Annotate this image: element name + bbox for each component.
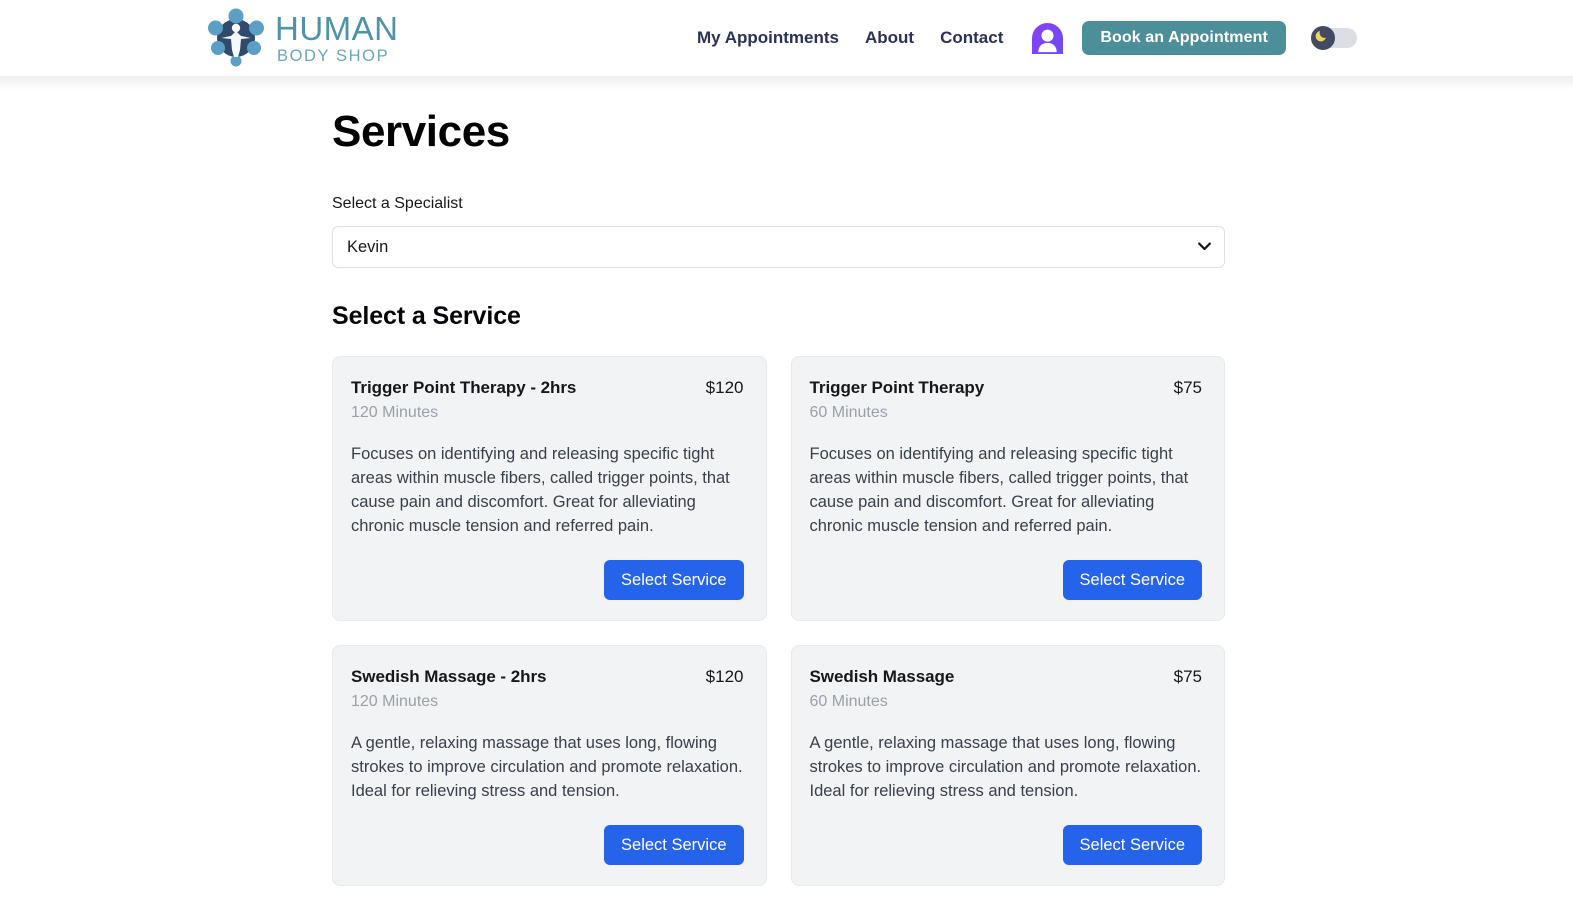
service-title: Swedish Massage - 2hrs	[351, 667, 547, 687]
toggle-knob	[1310, 26, 1335, 50]
page-content: Services Select a Specialist Kevin Selec…	[0, 76, 1573, 887]
theme-toggle[interactable]	[1310, 26, 1357, 50]
select-service-button[interactable]: Select Service	[604, 560, 744, 601]
service-price: $120	[705, 667, 744, 687]
moon-icon	[1315, 28, 1330, 48]
main-navigation: My Appointments About Contact Book an Ap…	[697, 0, 1357, 76]
service-duration: 60 Minutes	[809, 404, 888, 422]
service-card-header: Trigger Point Therapy - 2hrs $120	[351, 378, 744, 398]
service-description: Focuses on identifying and releasing spe…	[809, 445, 1189, 536]
service-card[interactable]: Swedish Massage - 2hrs $120 120 Minutes …	[332, 645, 767, 887]
select-service-button[interactable]: Select Service	[1062, 560, 1202, 601]
services-grid: Trigger Point Therapy - 2hrs $120 120 Mi…	[332, 356, 1225, 887]
service-card-header: Swedish Massage - 2hrs $120	[351, 667, 744, 687]
header-shadow	[0, 76, 1573, 90]
service-description: A gentle, relaxing massage that uses lon…	[351, 734, 743, 801]
select-service-button[interactable]: Select Service	[1062, 825, 1202, 866]
specialist-select[interactable]: Kevin	[332, 226, 1225, 269]
brand-name-primary: HUMAN	[275, 9, 399, 47]
service-card-actions: Select Service	[351, 560, 744, 601]
service-card-actions: Select Service	[810, 560, 1202, 601]
service-duration: 60 Minutes	[809, 693, 888, 711]
select-service-heading: Select a Service	[332, 302, 521, 331]
brand-text: HUMAN BODY SHOP	[275, 12, 399, 65]
site-header: HUMAN BODY SHOP My Appointments About Co…	[0, 0, 1573, 76]
molecule-human-logo-icon	[207, 8, 265, 68]
service-price: $75	[1173, 378, 1202, 398]
brand-name-secondary: BODY SHOP	[277, 46, 390, 65]
service-description: Focuses on identifying and releasing spe…	[351, 445, 730, 536]
service-title: Swedish Massage	[809, 667, 955, 687]
service-card-actions: Select Service	[810, 825, 1202, 866]
nav-link-my-appointments[interactable]: My Appointments	[697, 28, 839, 48]
brand-logo[interactable]: HUMAN BODY SHOP	[207, 8, 399, 68]
nav-link-about[interactable]: About	[865, 28, 914, 48]
service-card[interactable]: Swedish Massage $75 60 Minutes A gentle,…	[790, 645, 1225, 887]
page-title: Services	[332, 107, 510, 156]
book-appointment-button[interactable]: Book an Appointment	[1082, 21, 1286, 55]
user-avatar-icon[interactable]	[1031, 22, 1064, 55]
service-card[interactable]: Trigger Point Therapy $75 60 Minutes Foc…	[790, 356, 1225, 622]
service-card-header: Trigger Point Therapy $75	[810, 378, 1203, 398]
service-title: Trigger Point Therapy - 2hrs	[351, 378, 577, 398]
service-description: A gentle, relaxing massage that uses lon…	[809, 734, 1202, 801]
specialist-select-wrapper: Kevin	[332, 226, 1225, 269]
service-price: $75	[1173, 667, 1202, 687]
specialist-field-label: Select a Specialist	[332, 195, 463, 213]
service-card-header: Swedish Massage $75	[810, 667, 1203, 687]
service-card[interactable]: Trigger Point Therapy - 2hrs $120 120 Mi…	[332, 356, 767, 622]
service-duration: 120 Minutes	[351, 693, 439, 711]
service-card-actions: Select Service	[351, 825, 744, 866]
service-title: Trigger Point Therapy	[809, 378, 985, 398]
service-duration: 120 Minutes	[351, 404, 439, 422]
service-price: $120	[705, 378, 744, 398]
nav-link-contact[interactable]: Contact	[940, 28, 1003, 48]
select-service-button[interactable]: Select Service	[604, 825, 744, 866]
